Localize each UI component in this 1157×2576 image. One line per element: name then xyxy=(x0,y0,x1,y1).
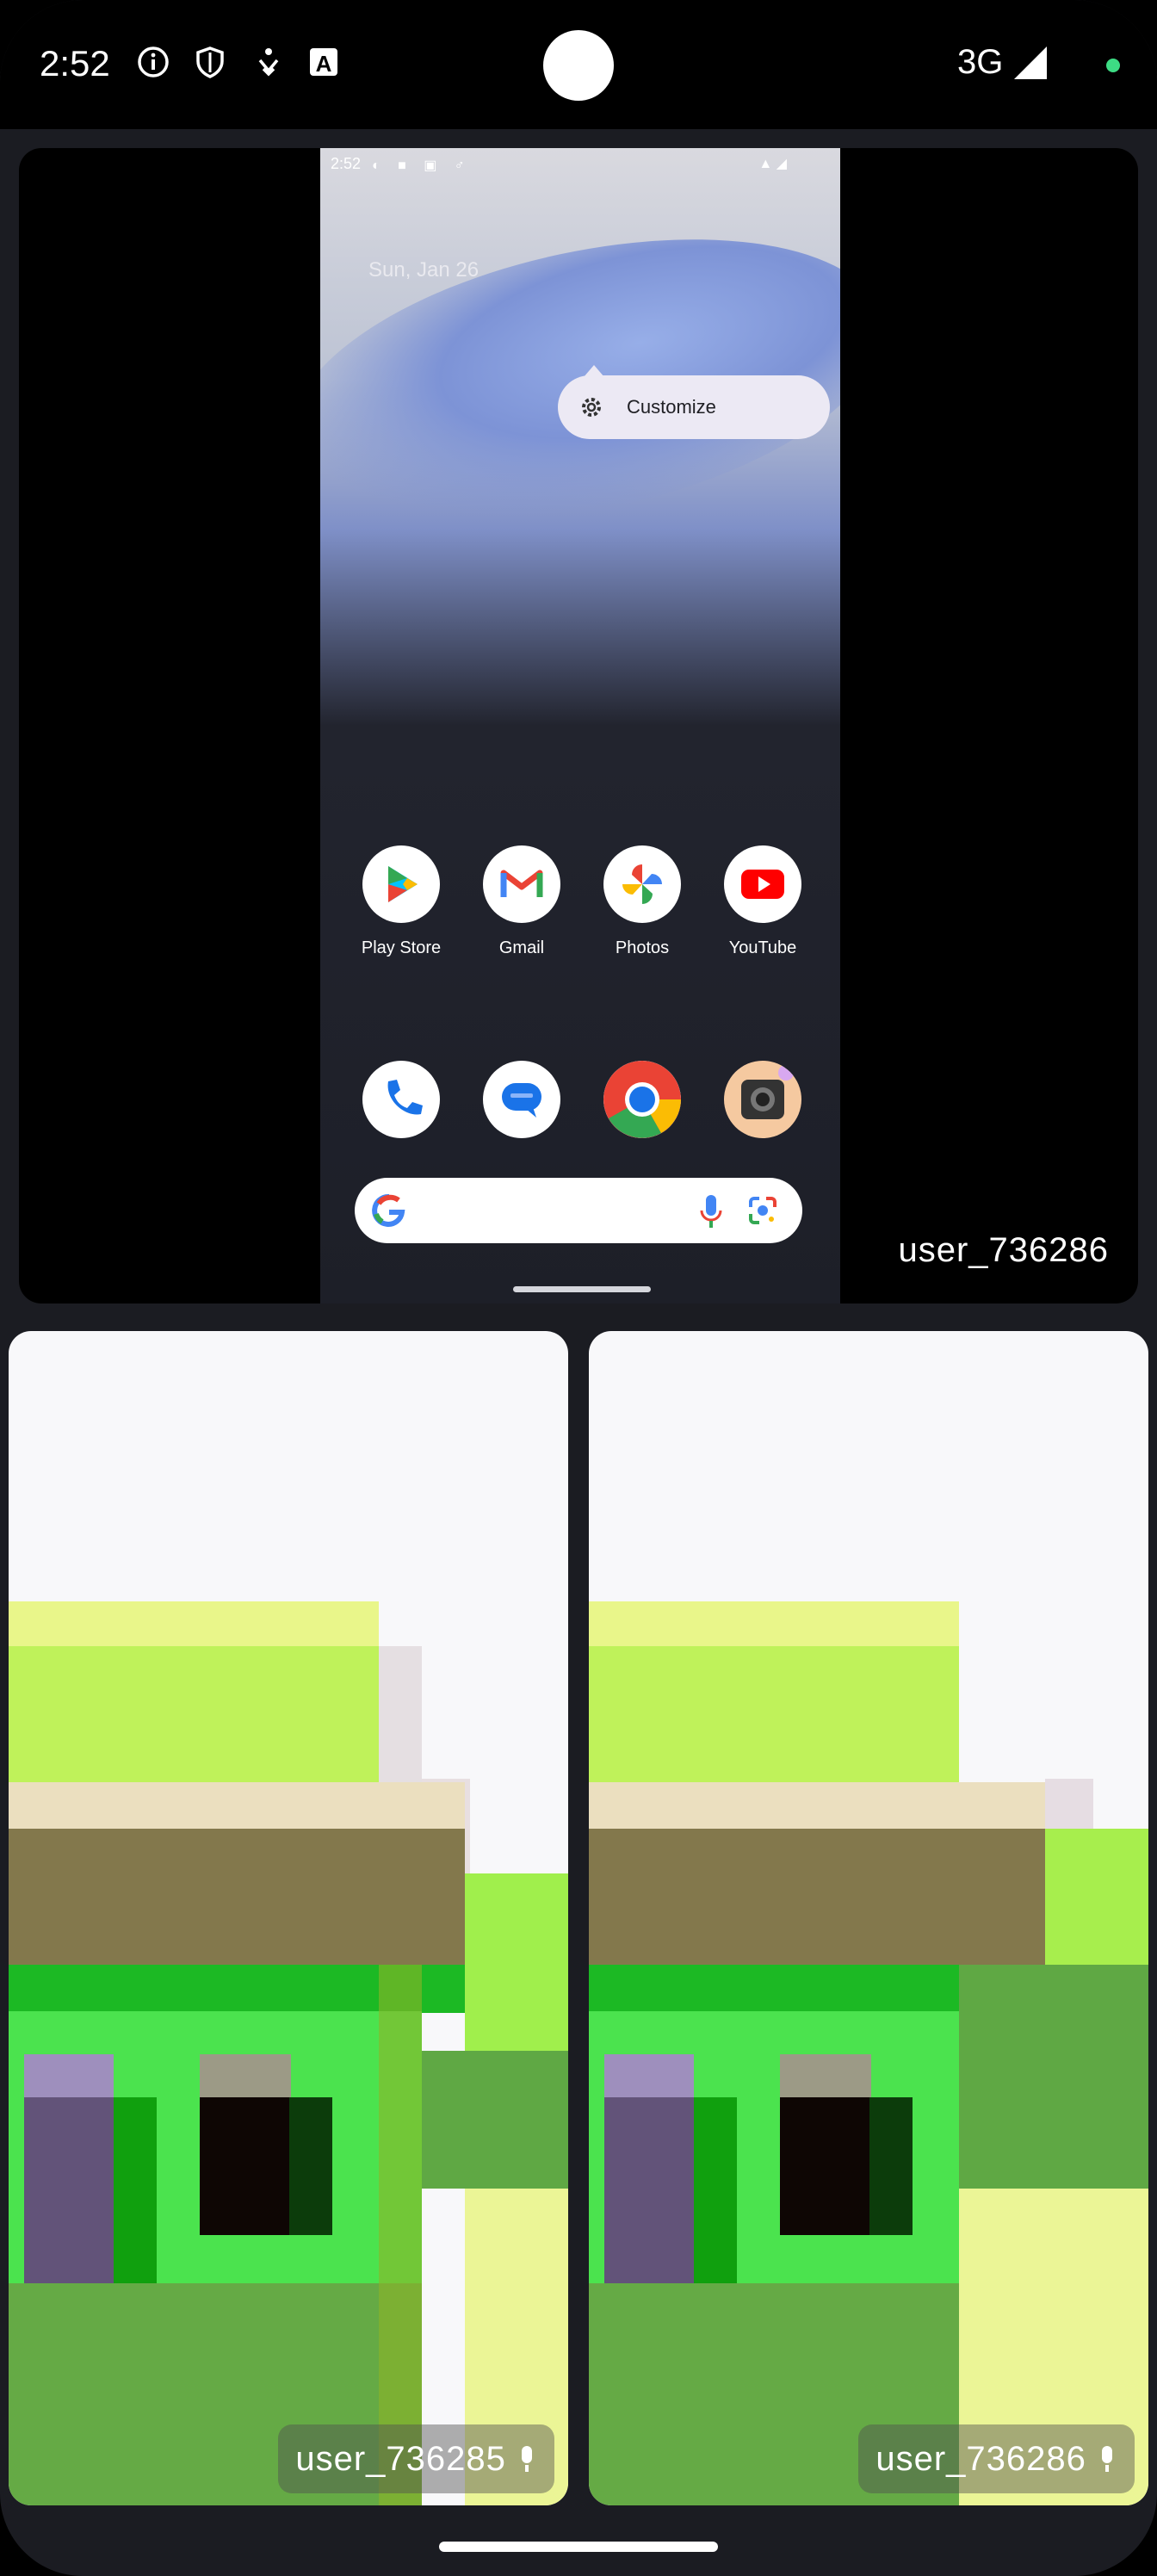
pixel-block xyxy=(604,2054,694,2097)
network-type: 3G xyxy=(957,43,1004,81)
dock-phone[interactable] xyxy=(350,1061,453,1138)
pixel-block xyxy=(9,1646,379,1784)
chrome-icon xyxy=(603,1061,681,1138)
messages-icon xyxy=(483,1061,560,1138)
main-tile-username: user_736286 xyxy=(898,1231,1109,1269)
participant-name-chip: user_736285 xyxy=(278,2424,554,2493)
pixel-block xyxy=(289,2097,332,2235)
pixel-block xyxy=(200,2097,291,2235)
app-label: YouTube xyxy=(728,938,797,957)
shield-icon xyxy=(196,46,224,78)
app-label: Gmail xyxy=(498,938,545,957)
pixel-block xyxy=(200,2054,291,2097)
accessibility-icon xyxy=(258,48,279,77)
participant-username: user_736286 xyxy=(875,2440,1086,2478)
mirror-signal-icons: ▲ ◢ xyxy=(758,157,787,171)
photos-icon xyxy=(603,845,681,923)
customize-popup[interactable]: Customize xyxy=(558,365,830,439)
pixel-block xyxy=(589,1829,1045,1966)
app-play-store[interactable]: Play Store xyxy=(350,845,453,958)
signal-icon xyxy=(1014,46,1047,79)
pixel-block xyxy=(114,2097,157,2287)
play-store-icon xyxy=(362,845,440,923)
pixel-block xyxy=(959,1965,1148,2189)
app-label: Photos xyxy=(615,938,670,957)
a-box-icon: A xyxy=(310,48,337,77)
pixel-block xyxy=(422,2051,568,2189)
microphone-icon[interactable] xyxy=(699,1193,723,1229)
gear-icon xyxy=(582,398,601,417)
participant-tile[interactable]: user_736286 xyxy=(589,1331,1148,2505)
mirror-status-icons: ◐ ■ ▣ ♂ xyxy=(372,158,472,173)
status-bar: 2:52 A 3G xyxy=(0,0,1157,129)
google-search-bar[interactable] xyxy=(355,1178,802,1243)
phone-screen: 2:52 A 3G 2:52 ◐ ■ ▣ ♂ ▲ ◢ Sun, Jan 26 C… xyxy=(0,0,1157,2576)
privacy-indicator xyxy=(1106,59,1120,72)
app-label: Play Store xyxy=(361,938,442,957)
phone-icon xyxy=(362,1061,440,1138)
pixel-block xyxy=(869,2097,913,2235)
main-video-tile[interactable]: 2:52 ◐ ■ ▣ ♂ ▲ ◢ Sun, Jan 26 Customize P… xyxy=(19,148,1138,1303)
camera-cutout xyxy=(543,30,614,101)
dock-chrome[interactable] xyxy=(591,1061,694,1138)
app-gmail[interactable]: Gmail xyxy=(470,845,573,958)
microphone-icon xyxy=(522,2446,532,2472)
pixel-block xyxy=(24,2054,114,2097)
participant-tile[interactable]: user_736285 xyxy=(9,1331,568,2505)
youtube-icon xyxy=(724,845,801,923)
customize-label: Customize xyxy=(627,396,716,418)
participant-name-chip: user_736286 xyxy=(858,2424,1135,2493)
pixel-block xyxy=(589,1782,1045,1830)
google-g-icon xyxy=(372,1193,405,1227)
pixel-block xyxy=(9,1601,379,1650)
participant-username: user_736285 xyxy=(295,2440,506,2478)
pixel-block xyxy=(694,2097,737,2287)
microphone-icon xyxy=(1102,2446,1112,2472)
pixel-block xyxy=(9,1829,465,1966)
camera-app-icon xyxy=(724,1061,801,1138)
shared-screen: 2:52 ◐ ■ ▣ ♂ ▲ ◢ Sun, Jan 26 Customize P… xyxy=(320,148,840,1303)
mirror-date: Sun, Jan 26 xyxy=(368,258,480,282)
pixel-block xyxy=(9,1782,465,1830)
home-indicator[interactable] xyxy=(439,2542,718,2552)
dock-camera[interactable] xyxy=(711,1061,814,1138)
pixel-block xyxy=(780,2097,871,2235)
info-icon xyxy=(138,46,169,77)
status-time: 2:52 xyxy=(40,43,110,84)
pixel-block xyxy=(780,2054,871,2097)
dock-messages[interactable] xyxy=(470,1061,573,1138)
app-youtube[interactable]: YouTube xyxy=(711,845,814,958)
pixel-block xyxy=(589,1646,959,1784)
mirror-time: 2:52 xyxy=(331,155,362,172)
pixel-block xyxy=(589,1601,959,1650)
mirror-nav-pill[interactable] xyxy=(513,1286,651,1292)
svg-text:A: A xyxy=(316,51,332,77)
app-photos[interactable]: Photos xyxy=(591,845,694,958)
lens-icon[interactable] xyxy=(747,1195,778,1226)
gmail-icon xyxy=(483,845,560,923)
